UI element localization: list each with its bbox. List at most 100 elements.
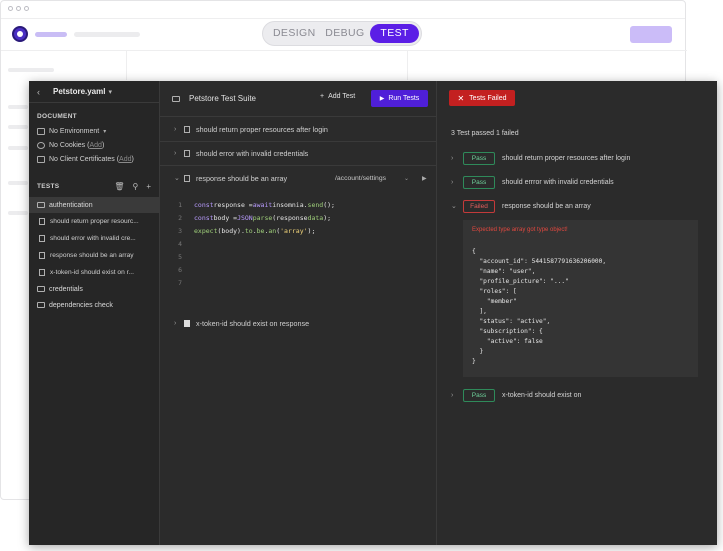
close-icon: ✕	[457, 93, 465, 103]
run-tests-button[interactable]: ▶ Run Tests	[371, 90, 428, 107]
sidebar-test-item[interactable]: x-token-id should exist on r...	[29, 264, 159, 281]
tests-failed-badge: ✕ Tests Failed	[449, 90, 515, 106]
tests-section-header: TESTS 🗑 ⚲ +	[29, 166, 159, 197]
sidebar-item-authentication[interactable]: authentication	[29, 197, 159, 213]
sidebar-test-item[interactable]: should error with invalid cre...	[29, 230, 159, 247]
code-editor[interactable]: 1 const response = await insomnia. send()…	[160, 199, 436, 290]
code-line: 1 const response = await insomnia. send()…	[160, 199, 436, 212]
sidebar-test-item[interactable]: response should be an array	[29, 247, 159, 264]
test-item-label: response should be an array	[50, 252, 134, 259]
placeholder-bar	[8, 181, 28, 185]
search-icon[interactable]: ⚲	[132, 182, 138, 191]
result-row[interactable]: › Pass x-token-id should exist on	[451, 388, 581, 402]
chevron-right-icon: ›	[451, 154, 454, 162]
code-token: send	[307, 201, 324, 209]
code-line: 5	[160, 251, 436, 264]
line-number: 4	[178, 240, 182, 248]
tab-test[interactable]: TEST	[370, 24, 419, 43]
document-icon	[184, 319, 190, 327]
chevron-down-icon[interactable]: ▾	[108, 88, 112, 96]
test-row[interactable]: › x-token-id should exist on response	[160, 311, 436, 335]
folder-icon	[37, 202, 45, 208]
result-row[interactable]: › Pass should errror with invalid creden…	[451, 175, 614, 189]
certificates-row: No Client Certificates ( Add )	[29, 152, 159, 166]
result-label: should errror with invalid credentials	[502, 178, 614, 186]
sidebar-item-dependencies-check[interactable]: dependencies check	[29, 297, 159, 313]
code-token: insomnia.	[272, 201, 308, 209]
certificate-icon	[37, 155, 45, 163]
plus-icon[interactable]: +	[146, 182, 151, 191]
chevron-right-icon: ›	[451, 178, 454, 186]
code-token: );	[307, 227, 316, 235]
error-message: Expected type array got type object!	[472, 227, 568, 233]
code-token: ();	[323, 201, 335, 209]
chevron-down-icon[interactable]: ⌄	[404, 175, 409, 182]
window-dot-icon[interactable]	[8, 6, 13, 11]
status-badge: Failed	[463, 199, 495, 213]
test-row[interactable]: › should return proper resources after l…	[160, 118, 436, 142]
play-icon[interactable]: ▶	[422, 175, 427, 182]
cookies-row: No Cookies ( Add )	[29, 138, 159, 152]
background-titlebar	[1, 1, 685, 19]
add-cookies-link[interactable]: Add	[89, 142, 101, 149]
result-label: should return proper resources after log…	[502, 154, 631, 162]
group-label: credentials	[49, 285, 83, 293]
code-token: body =	[213, 214, 238, 222]
document-icon	[39, 269, 45, 276]
divider	[126, 50, 127, 80]
placeholder-bar	[74, 32, 140, 37]
folder-icon	[37, 286, 45, 292]
environment-selector[interactable]: No Environment ▾	[29, 124, 159, 138]
certificates-label-end: )	[131, 155, 134, 163]
cookies-label: No Cookies (	[49, 141, 90, 149]
document-icon	[184, 174, 190, 182]
chevron-right-icon: ›	[451, 391, 454, 399]
window-dot-icon[interactable]	[16, 6, 21, 11]
tab-design[interactable]: DESIGN	[267, 24, 322, 43]
cookie-icon	[37, 141, 45, 149]
response-body: { "account_id": 5441587791636206000, "na…	[472, 248, 607, 365]
code-line: 3 expect (body). to. be. an('array');	[160, 225, 436, 238]
line-number: 7	[178, 279, 182, 287]
back-chevron-icon[interactable]: ‹	[37, 87, 47, 97]
test-row[interactable]: › should error with invalid credentials	[160, 142, 436, 166]
code-line: 2 const body = JSON parse (response data)…	[160, 212, 436, 225]
test-row-label: should return proper resources after log…	[196, 125, 328, 134]
add-test-button[interactable]: + Add Test	[320, 93, 355, 100]
status-badge: Pass	[463, 151, 495, 165]
document-name[interactable]: Petstore.yaml	[53, 87, 105, 96]
sidebar-test-item[interactable]: should return proper resourc...	[29, 213, 159, 230]
chevron-down-icon: ⌄	[451, 203, 457, 210]
result-label: x-token-id should exist on	[502, 391, 582, 399]
trash-icon[interactable]: 🗑	[114, 182, 124, 191]
insomnia-logo-icon	[12, 26, 28, 42]
placeholder-button	[630, 26, 672, 43]
sidebar-item-credentials[interactable]: credentials	[29, 281, 159, 297]
code-token: response =	[213, 201, 253, 209]
window-dot-icon[interactable]	[24, 6, 29, 11]
request-path[interactable]: /account/settings	[335, 175, 386, 182]
tab-debug[interactable]: DEBUG	[322, 24, 369, 43]
code-token: be	[256, 227, 265, 235]
placeholder-bar	[8, 146, 28, 150]
placeholder-bar	[8, 68, 54, 72]
result-row[interactable]: › Pass should return proper resources af…	[451, 151, 630, 165]
code-token: 'array'	[280, 227, 308, 235]
chevron-right-icon: ›	[174, 150, 177, 157]
document-icon	[39, 218, 45, 225]
test-row-label: x-token-id should exist on response	[196, 318, 310, 328]
document-icon	[39, 235, 45, 242]
test-row-expanded[interactable]: ⌄ response should be an array /account/s…	[160, 166, 436, 190]
line-number: 3	[178, 227, 182, 235]
code-token: );	[323, 214, 332, 222]
code-line: 4	[160, 238, 436, 251]
code-token: an	[268, 227, 277, 235]
code-token: const	[194, 214, 214, 222]
result-row-expanded[interactable]: ⌄ Failed response should be an array	[451, 199, 591, 213]
code-line: 6	[160, 264, 436, 277]
add-certificates-link[interactable]: Add	[119, 156, 131, 163]
line-number: 5	[178, 253, 182, 261]
certificates-label: No Client Certificates (	[49, 155, 120, 163]
code-token: const	[194, 201, 214, 209]
mode-switch: DESIGN DEBUG TEST	[262, 21, 422, 46]
